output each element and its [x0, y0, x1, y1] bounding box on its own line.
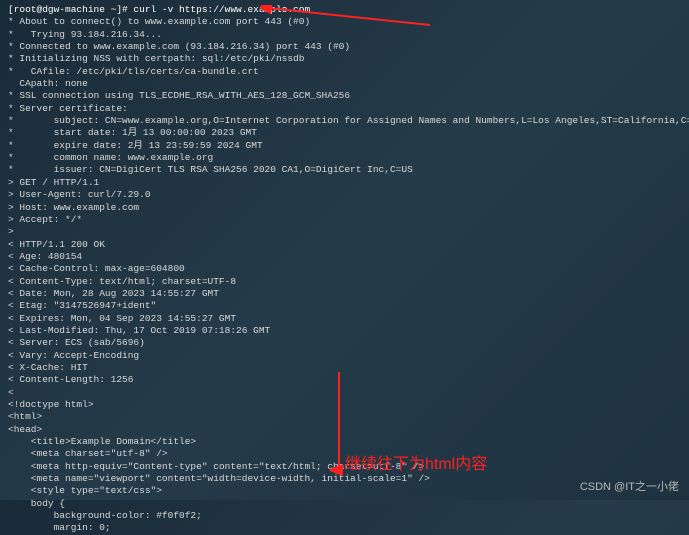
terminal-line: * Server certificate:: [8, 103, 681, 115]
terminal-line: < Date: Mon, 28 Aug 2023 14:55:27 GMT: [8, 288, 681, 300]
terminal-line: < Cache-Control: max-age=604800: [8, 263, 681, 275]
arrow-top-annotation: [260, 5, 440, 29]
terminal-line: < Content-Type: text/html; charset=UTF-8: [8, 276, 681, 288]
terminal-line: background-color: #f0f0f2;: [8, 510, 681, 522]
terminal-line: > GET / HTTP/1.1: [8, 177, 681, 189]
terminal-line: * Connected to www.example.com (93.184.2…: [8, 41, 681, 53]
terminal-line: * subject: CN=www.example.org,O=Internet…: [8, 115, 681, 127]
terminal-line: * Initializing NSS with certpath: sql:/e…: [8, 53, 681, 65]
terminal-line: < Age: 480154: [8, 251, 681, 263]
terminal-line: CApath: none: [8, 78, 681, 90]
terminal-line: < HTTP/1.1 200 OK: [8, 239, 681, 251]
terminal-line: > User-Agent: curl/7.29.0: [8, 189, 681, 201]
terminal-line: * start date: 1月 13 00:00:00 2023 GMT: [8, 127, 681, 139]
terminal-line: * issuer: CN=DigiCert TLS RSA SHA256 202…: [8, 164, 681, 176]
bottom-arrow-label: 继续往下为html内容: [345, 455, 487, 476]
terminal-line: < Etag: "3147526947+ident": [8, 300, 681, 312]
terminal-line: margin: 0;: [8, 522, 681, 534]
terminal-line: > Accept: */*: [8, 214, 681, 226]
terminal-line: < Expires: Mon, 04 Sep 2023 14:55:27 GMT: [8, 313, 681, 325]
terminal-line: < Vary: Accept-Encoding: [8, 350, 681, 362]
terminal-line: < Server: ECS (sab/5696): [8, 337, 681, 349]
terminal-line: * expire date: 2月 13 23:59:59 2024 GMT: [8, 140, 681, 152]
terminal-line: * common name: www.example.org: [8, 152, 681, 164]
terminal-line: * CAfile: /etc/pki/tls/certs/ca-bundle.c…: [8, 66, 681, 78]
terminal-line: > Host: www.example.com: [8, 202, 681, 214]
terminal-line: * SSL connection using TLS_ECDHE_RSA_WIT…: [8, 90, 681, 102]
terminal-line: >: [8, 226, 681, 238]
terminal-line: * Trying 93.184.216.34...: [8, 29, 681, 41]
terminal-line: < Last-Modified: Thu, 17 Oct 2019 07:18:…: [8, 325, 681, 337]
watermark: CSDN @IT之一小佬: [580, 480, 679, 494]
